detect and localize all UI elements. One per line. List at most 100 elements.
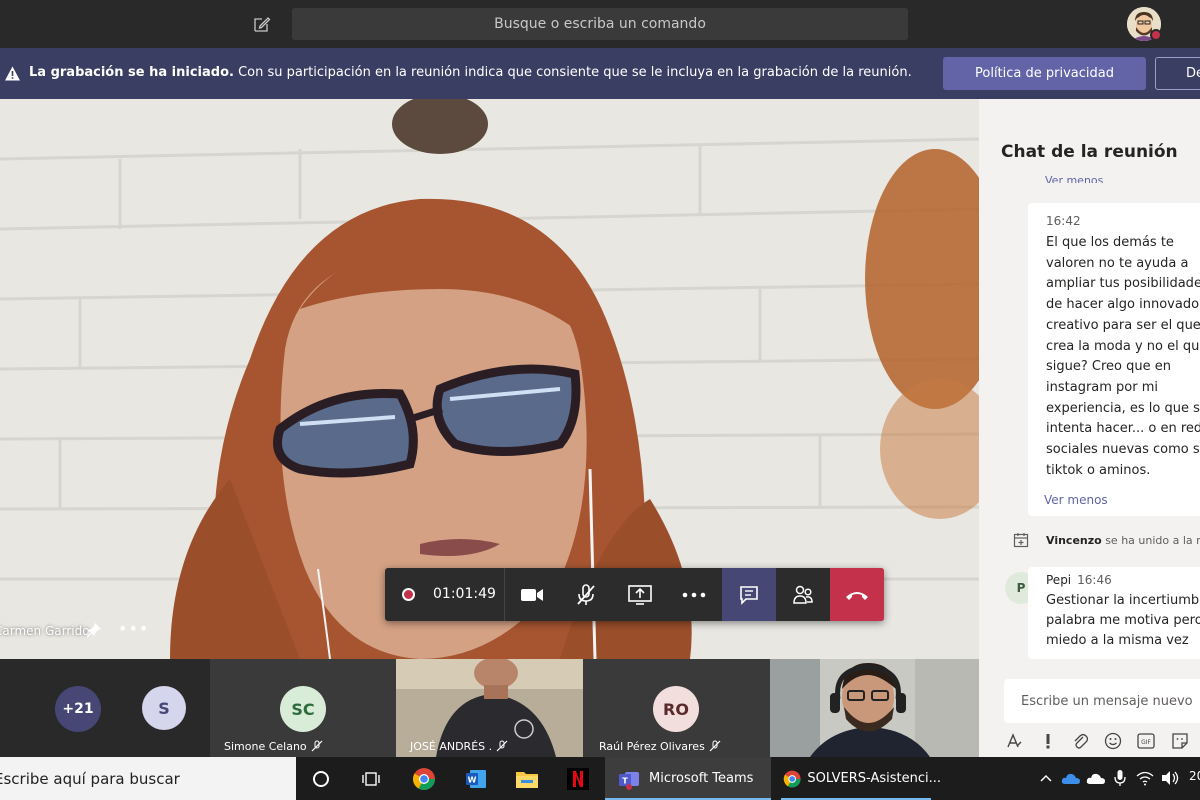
chat-icon	[740, 585, 758, 605]
message-line: crea la moda y no el que	[1046, 338, 1200, 354]
warning-icon	[5, 66, 20, 81]
chat-message: 16:42 El que los demás te valoren no te …	[1028, 203, 1200, 516]
hang-up-icon	[846, 591, 868, 600]
message-header: Pepi 16:46	[1046, 573, 1112, 587]
onedrive-icon[interactable]	[1061, 768, 1081, 788]
privacy-policy-button[interactable]: Política de privacidad	[943, 57, 1146, 90]
participant-avatar: RO	[653, 686, 699, 732]
compose-message-input[interactable]: Escribe un mensaje nuevo	[1004, 679, 1200, 723]
wifi-icon[interactable]	[1135, 768, 1155, 788]
participant-joined-notice: Vincenzo se ha unido a la reunión	[1046, 534, 1200, 547]
participants-button[interactable]	[776, 568, 830, 621]
taskbar-teams-app[interactable]: T Microsoft Teams	[605, 757, 771, 800]
svg-text:GIF: GIF	[1141, 739, 1151, 746]
netflix-icon[interactable]	[565, 766, 591, 792]
camera-button[interactable]	[505, 568, 559, 621]
message-line: palabra me motiva pero	[1046, 613, 1200, 628]
show-chat-button[interactable]	[722, 568, 776, 621]
teams-icon: T	[619, 771, 639, 790]
pin-icon[interactable]	[86, 622, 102, 638]
speaker-more-options[interactable]: •••	[118, 619, 149, 638]
message-body: Gestionar la incertiumbre, palabra me mo…	[1046, 591, 1200, 651]
windows-taskbar: Escribe aquí para buscar W T Microsoft T…	[0, 757, 1200, 800]
participant-avatar[interactable]: S	[142, 686, 186, 730]
mic-off-icon	[709, 740, 721, 752]
taskbar-clock[interactable]: 20	[1189, 769, 1200, 783]
more-actions-button[interactable]	[667, 568, 721, 621]
call-controls-bar: 01:01:49	[385, 568, 884, 621]
taskbar-chrome-app[interactable]: SOLVERS-Asistenci...	[771, 757, 941, 800]
joined-participant-name: Vincenzo	[1046, 534, 1102, 547]
show-hidden-icons[interactable]	[1036, 768, 1056, 788]
svg-text:W: W	[468, 776, 477, 785]
taskbar-app-label: Microsoft Teams	[649, 771, 754, 786]
taskbar-search-text: Escribe aquí para buscar	[0, 769, 180, 788]
joined-notice-text: se ha unido a la reunión	[1105, 534, 1200, 547]
cloud-icon[interactable]	[1086, 768, 1106, 788]
chat-panel-title: Chat de la reunión	[1001, 142, 1178, 162]
message-timestamp: 16:42	[1046, 214, 1081, 228]
important-icon[interactable]	[1038, 731, 1058, 751]
message-line: de hacer algo innovador o	[1046, 297, 1200, 313]
attach-icon[interactable]	[1070, 731, 1090, 751]
participant-name-label: JOSÉ ANDRÉS .	[410, 740, 508, 753]
participant-name: Raúl Pérez Olivares	[599, 740, 705, 753]
message-author: Pepi	[1046, 573, 1072, 587]
message-line: El que los demás te	[1046, 235, 1174, 250]
more-dots-icon	[682, 592, 706, 597]
message-line: sociales nuevas como son	[1046, 442, 1200, 458]
file-explorer-icon[interactable]	[514, 766, 540, 792]
participant-avatar: SC	[280, 686, 326, 732]
share-screen-icon	[628, 584, 652, 605]
share-screen-button[interactable]	[613, 568, 667, 621]
overflow-participants-button[interactable]: +21	[55, 686, 101, 732]
camera-icon	[521, 588, 543, 601]
participant-tile[interactable]: SC Simone Celano	[210, 659, 396, 757]
emoji-icon[interactable]	[1103, 731, 1123, 751]
command-search-box[interactable]: Busque o escriba un comando	[292, 8, 908, 40]
microphone-button[interactable]	[559, 568, 613, 621]
participant-tile[interactable]: JOSÉ ANDRÉS .	[396, 659, 583, 757]
hang-up-button[interactable]	[830, 568, 884, 621]
recording-notice-text: Con su participación en la reunión indic…	[233, 65, 912, 80]
volume-icon[interactable]	[1160, 768, 1180, 788]
message-line: miedo a la misma vez	[1046, 633, 1189, 648]
cortana-icon[interactable]	[308, 766, 334, 792]
message-line: Gestionar la incertiumbre,	[1046, 593, 1200, 608]
chat-message: Pepi 16:46 Gestionar la incertiumbre, pal…	[1028, 567, 1200, 659]
task-view-icon[interactable]	[359, 766, 385, 792]
sticker-icon[interactable]	[1170, 731, 1190, 751]
see-less-link[interactable]: Ver menos	[1044, 493, 1108, 507]
message-line: tiktok o aminos.	[1046, 462, 1151, 478]
message-line: intenta hacer... o en redes	[1046, 421, 1200, 437]
speaker-name-label: Carmen Garrido	[0, 624, 90, 638]
message-line: valoren no te ayuda a	[1046, 255, 1189, 271]
microphone-muted-icon	[577, 583, 595, 605]
participant-name: Simone Celano	[224, 740, 307, 753]
compose-toolbar: GIF	[1004, 729, 1200, 753]
message-line: experiencia, es lo que se	[1046, 400, 1200, 416]
participant-video-image	[770, 659, 979, 757]
word-icon[interactable]: W	[463, 766, 489, 792]
participant-tile[interactable]: RO Raúl Pérez Olivares	[583, 659, 770, 757]
mic-off-icon	[311, 740, 323, 752]
svg-text:T: T	[622, 776, 628, 785]
gif-icon[interactable]: GIF	[1136, 731, 1156, 751]
chrome-icon	[783, 770, 801, 787]
participant-name-label: Simone Celano	[224, 740, 323, 753]
mic-off-icon	[496, 740, 508, 752]
participant-name-label: Raúl Pérez Olivares	[599, 740, 721, 753]
dismiss-button[interactable]: De	[1155, 57, 1200, 90]
microphone-tray-icon[interactable]	[1110, 768, 1130, 788]
message-line: sigue? Creo que en	[1046, 359, 1171, 375]
see-less-link[interactable]: Ver menos	[1045, 174, 1103, 183]
participant-tile[interactable]	[770, 659, 979, 757]
message-body: El que los demás te valoren no te ayuda …	[1046, 233, 1200, 481]
teams-window: Busque o escriba un comando La grabación…	[0, 0, 1200, 800]
chrome-icon[interactable]	[411, 766, 437, 792]
format-icon[interactable]	[1004, 731, 1024, 751]
presence-busy-badge	[1150, 29, 1162, 41]
taskbar-search-box[interactable]: Escribe aquí para buscar	[0, 757, 296, 800]
command-search-placeholder: Busque o escriba un comando	[494, 16, 706, 32]
new-chat-icon[interactable]	[250, 12, 274, 36]
